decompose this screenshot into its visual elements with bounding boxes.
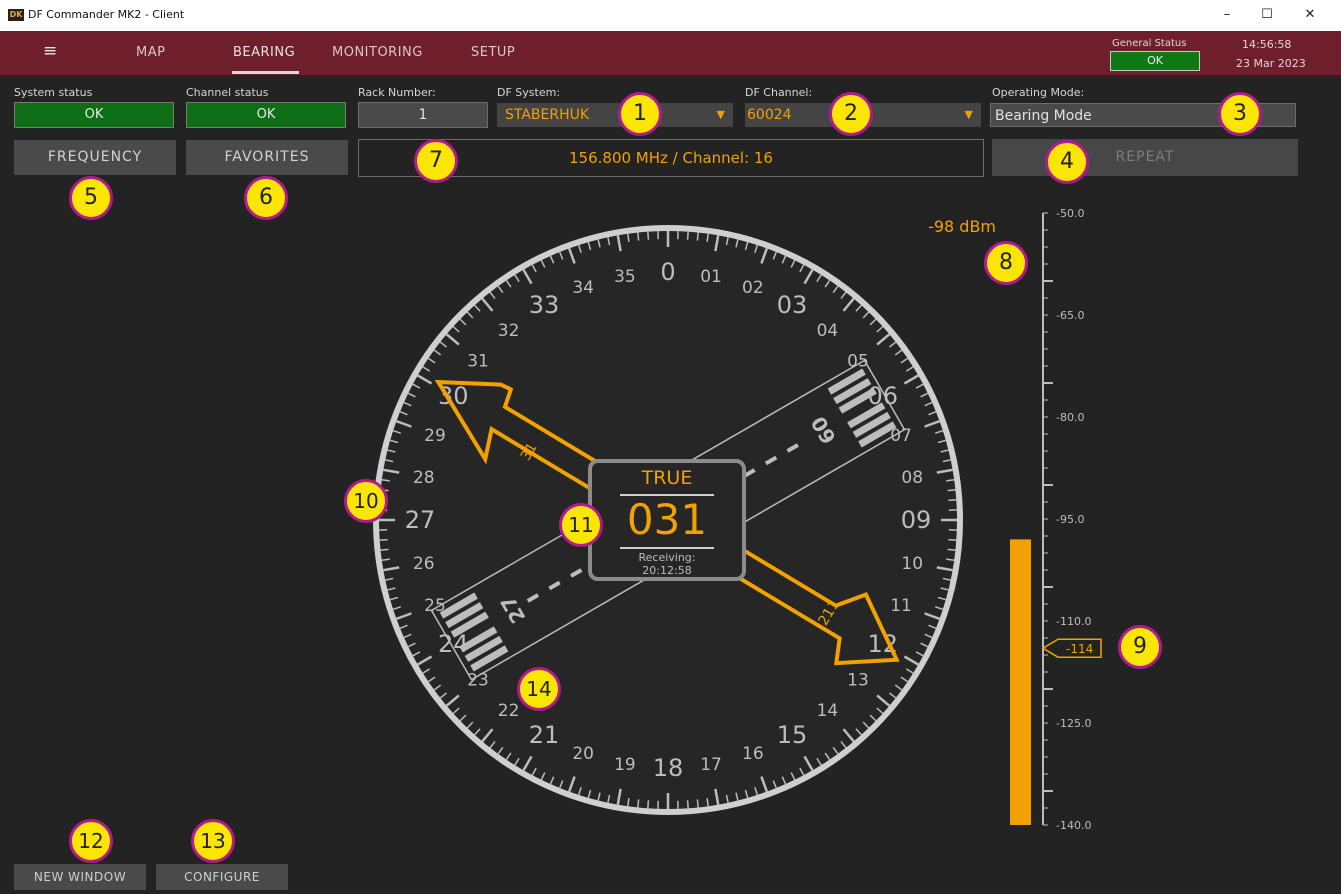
dial-label: 10: [901, 554, 923, 574]
dial-label: 08: [901, 468, 923, 488]
dial-label: 01: [700, 267, 722, 287]
meter-scale-label: -65.0: [1056, 309, 1084, 322]
dial-label: 26: [413, 554, 435, 574]
callout-marker: 4: [1045, 140, 1089, 184]
new-window-button[interactable]: NEW WINDOW: [14, 864, 146, 890]
dial-label: 15: [777, 721, 808, 749]
dial-label: 23: [467, 670, 489, 690]
dial-tick: [696, 799, 699, 808]
dial-label: 0: [660, 258, 675, 286]
dial-label: 16: [742, 744, 764, 764]
meter-scale-label: -80.0: [1056, 411, 1084, 424]
callout-marker: 11: [559, 503, 603, 547]
dial-tick: [637, 799, 640, 808]
dial-label: 02: [742, 278, 764, 298]
dial-tick: [647, 231, 650, 240]
dial-label: 19: [614, 755, 636, 775]
dial-tick: [380, 548, 389, 551]
signal-level-bar: [1010, 539, 1031, 825]
meter-scale-label: -125.0: [1056, 717, 1091, 730]
dial-tick: [379, 538, 388, 541]
dial-label: 33: [529, 291, 560, 319]
dial-label: 29: [424, 426, 446, 446]
meter-scale-label: -95.0: [1056, 513, 1084, 526]
callout-marker: 14: [517, 667, 561, 711]
dial-label: 03: [777, 291, 808, 319]
callout-marker: 10: [344, 479, 388, 523]
signal-level-text: -98 dBm: [928, 217, 996, 236]
threshold-value: -114: [1066, 642, 1093, 656]
dial-label: 17: [700, 755, 722, 775]
dial-label: 31: [467, 352, 489, 372]
callout-marker: 9: [1118, 625, 1162, 669]
dial-label: 22: [498, 701, 520, 721]
dial-label: 14: [817, 701, 839, 721]
callout-marker: 7: [414, 139, 458, 183]
dial-tick: [686, 800, 689, 809]
dial-label: 18: [653, 754, 684, 782]
callout-marker: 13: [191, 819, 235, 863]
callout-marker: 1: [618, 92, 662, 136]
callout-marker: 5: [69, 176, 113, 220]
dial-label: 11: [890, 596, 912, 616]
divider: [620, 547, 714, 549]
dial-tick: [696, 232, 699, 241]
dial-label: 21: [529, 721, 560, 749]
reference-label: TRUE: [641, 467, 693, 489]
dial-label: 27: [405, 506, 436, 534]
dial-label: 09: [901, 506, 932, 534]
dial-label: 04: [817, 321, 839, 341]
meter-scale-label: -50.0: [1056, 207, 1084, 220]
bearing-value: 031: [626, 495, 708, 544]
meter-scale-label: -140.0: [1056, 819, 1091, 832]
callout-marker: 8: [984, 241, 1028, 285]
meter-scale-label: -110.0: [1056, 615, 1091, 628]
dial-tick: [686, 231, 689, 240]
dial-label: 13: [847, 670, 869, 690]
dial-label: 20: [572, 744, 594, 764]
bearing-readout: TRUE 031 Receiving: 20:12:58: [588, 459, 746, 581]
dial-label: 34: [572, 278, 594, 298]
dial-tick: [947, 548, 956, 551]
dial-label: 35: [614, 267, 636, 287]
dial-tick: [647, 800, 650, 809]
bearing-compass: 0 010203040506070809101112131415161718192…: [373, 207, 1102, 832]
configure-button[interactable]: CONFIGURE: [156, 864, 288, 890]
callout-marker: 6: [244, 176, 288, 220]
callout-marker: 2: [829, 92, 873, 136]
callout-marker: 3: [1218, 92, 1262, 136]
receiving-label: Receiving:: [638, 551, 696, 564]
receiving-time: 20:12:58: [642, 564, 692, 577]
dial-label: 32: [498, 321, 520, 341]
callout-marker: 12: [69, 819, 113, 863]
dial-tick: [637, 232, 640, 241]
dial-tick: [948, 538, 957, 541]
dial-label: 28: [413, 468, 435, 488]
dial-tick: [947, 489, 956, 492]
dial-tick: [948, 499, 957, 502]
